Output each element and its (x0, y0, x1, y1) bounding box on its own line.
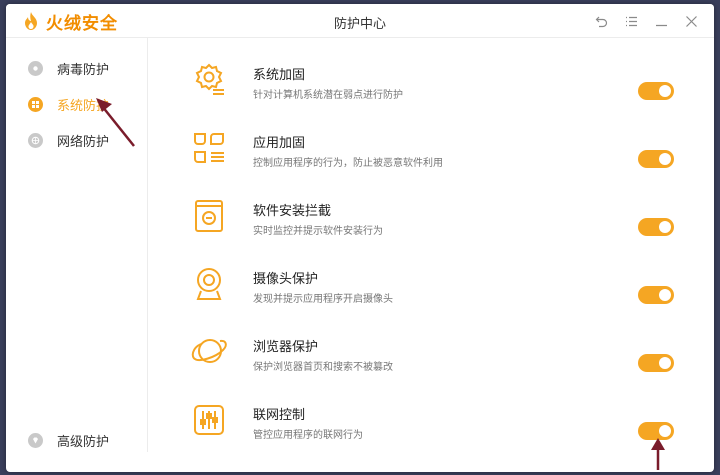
sliders-icon (189, 400, 229, 440)
protection-desc: 实时监控并提示软件安装行为 (253, 226, 383, 237)
app-grid-icon (189, 128, 229, 168)
protection-row-install-interception: 软件安装拦截 实时监控并提示软件安装行为 (149, 186, 714, 254)
minimize-button[interactable] (646, 9, 676, 33)
close-button[interactable] (676, 9, 706, 33)
webcam-icon (189, 264, 229, 304)
toggle-knob (659, 153, 671, 165)
toggle-knob (659, 85, 671, 97)
browser-protection-toggle[interactable] (638, 354, 674, 372)
toggle-knob (659, 357, 671, 369)
sidebar-item-advanced-protection[interactable]: 高级防护 (6, 425, 148, 455)
protection-desc: 发现并提示应用程序开启摄像头 (253, 294, 393, 305)
sidebar-item-label: 高级防护 (57, 434, 110, 450)
webcam-protection-toggle[interactable] (638, 286, 674, 304)
protection-title: 摄像头保护 (253, 272, 319, 287)
toggle-knob (659, 289, 671, 301)
app-window: 火绒安全 防护中心 病毒防护 系统防护 网络防护 高级防护 系统加固 针对计算机… (6, 4, 714, 472)
virus-shield-icon (28, 60, 43, 76)
sidebar-item-label: 病毒防护 (57, 62, 110, 78)
protection-title: 浏览器保护 (253, 340, 319, 355)
sidebar-item-virus-protection[interactable]: 病毒防护 (6, 53, 148, 83)
globe-icon (28, 132, 43, 148)
protection-title: 系统加固 (253, 68, 306, 83)
protection-row-browser: 浏览器保护 保护浏览器首页和搜索不被篡改 (149, 322, 714, 390)
planet-icon (189, 332, 229, 372)
menu-button[interactable] (616, 9, 646, 33)
windows-icon (28, 96, 43, 112)
protection-desc: 保护浏览器首页和搜索不被篡改 (253, 362, 393, 373)
back-icon (595, 16, 607, 27)
app-hardening-toggle[interactable] (638, 150, 674, 168)
protection-row-network-control: 联网控制 管控应用程序的联网行为 (149, 390, 714, 458)
system-hardening-toggle[interactable] (638, 82, 674, 100)
gear-shield-icon (189, 60, 229, 100)
protection-row-system-hardening: 系统加固 针对计算机系统潜在弱点进行防护 (149, 50, 714, 118)
menu-icon (625, 16, 637, 26)
install-interception-toggle[interactable] (638, 218, 674, 236)
install-box-icon (189, 196, 229, 236)
protection-row-webcam: 摄像头保护 发现并提示应用程序开启摄像头 (149, 254, 714, 322)
diamond-icon (28, 432, 43, 448)
protection-title: 应用加固 (253, 136, 306, 151)
close-icon (685, 15, 697, 27)
protection-desc: 控制应用程序的行为，防止被恶意软件利用 (253, 158, 443, 169)
back-button[interactable] (586, 9, 616, 33)
toggle-knob (659, 221, 671, 233)
protection-list: 系统加固 针对计算机系统潜在弱点进行防护 应用加固 控制应用程序的行为，防止被恶… (149, 38, 714, 472)
title-bar: 火绒安全 防护中心 (6, 4, 714, 38)
protection-title: 联网控制 (253, 408, 306, 423)
protection-row-app-hardening: 应用加固 控制应用程序的行为，防止被恶意软件利用 (149, 118, 714, 186)
annotation-arrow-sidebar (96, 98, 135, 147)
annotation-arrow-toggle (651, 438, 665, 470)
minimize-icon (655, 24, 667, 26)
protection-desc: 管控应用程序的联网行为 (253, 430, 363, 441)
protection-title: 软件安装拦截 (253, 204, 332, 219)
window-controls (586, 9, 706, 33)
protection-desc: 针对计算机系统潜在弱点进行防护 (253, 90, 403, 101)
